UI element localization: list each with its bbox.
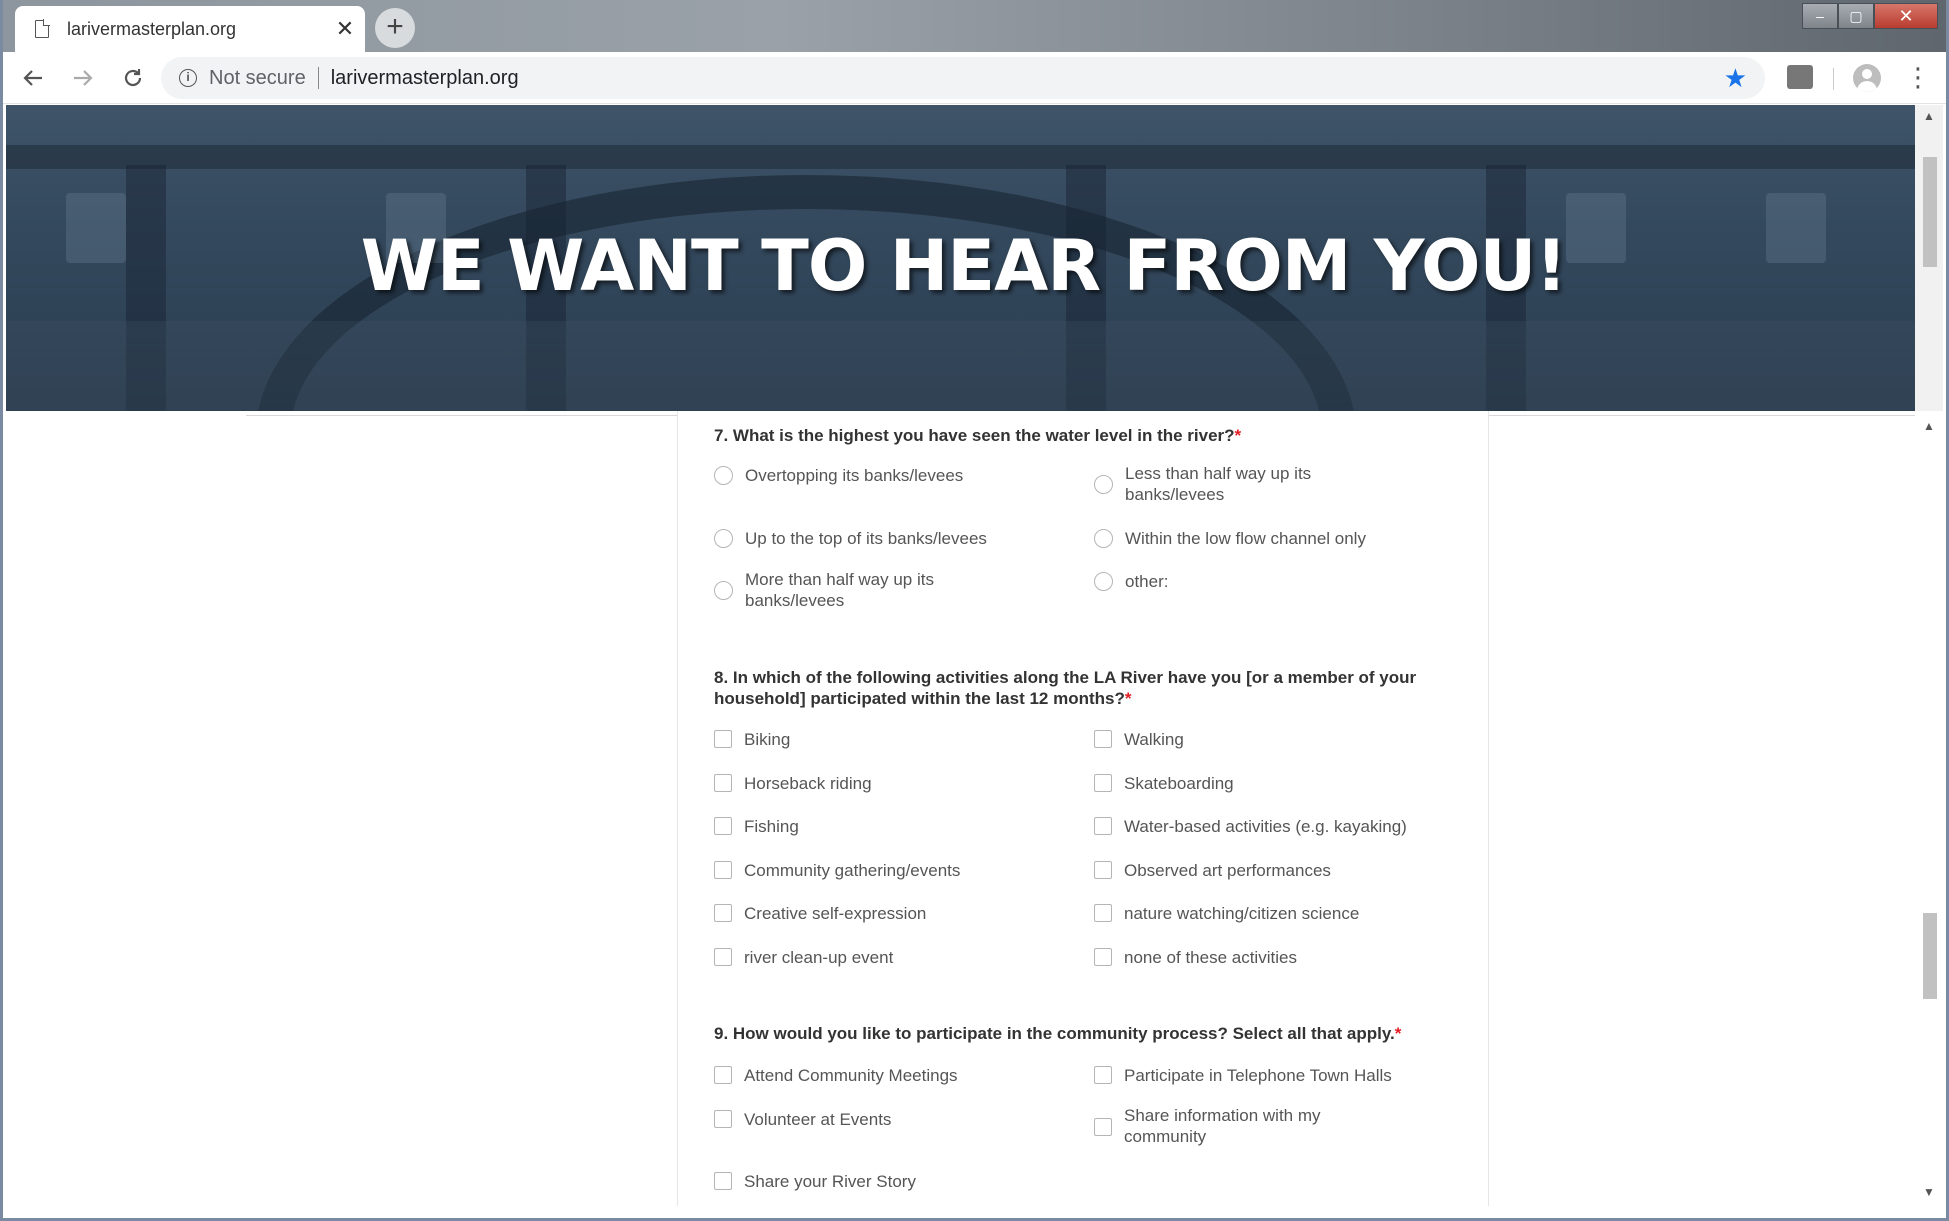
checkbox[interactable] [1094, 904, 1112, 922]
radio-button[interactable] [1094, 529, 1113, 548]
scroll-up-icon[interactable]: ▲ [1915, 109, 1943, 123]
q8-option-biking[interactable]: Biking [714, 729, 1014, 750]
q8-option-art-performances[interactable]: Observed art performances [1094, 860, 1484, 881]
checkbox[interactable] [1094, 948, 1112, 966]
q8-option-fishing[interactable]: Fishing [714, 816, 1014, 837]
tab-title: larivermasterplan.org [67, 18, 237, 39]
radio-button[interactable] [714, 466, 733, 485]
checkbox[interactable] [1094, 730, 1112, 748]
survey-form: 7. What is the highest you have seen the… [677, 411, 1489, 1206]
scroll-up-icon[interactable]: ▲ [1915, 419, 1943, 433]
browser-window: larivermasterplan.org ✕ + – ▢ ✕ i Not se… [0, 0, 1949, 1221]
address-bar[interactable]: i Not secure larivermasterplan.org ★ [161, 57, 1765, 99]
checkbox[interactable] [714, 774, 732, 792]
scrollbar-thumb[interactable] [1923, 157, 1937, 267]
q8-option-water-based[interactable]: Water-based activities (e.g. kayaking) [1094, 816, 1484, 837]
question-9-title: 9. How would you like to participate in … [714, 1024, 1402, 1043]
hero-banner: WE WANT TO HEAR FROM YOU! [6, 105, 1921, 411]
question-7-title: 7. What is the highest you have seen the… [714, 426, 1242, 445]
window-close-button[interactable]: ✕ [1874, 3, 1938, 29]
checkbox[interactable] [714, 1066, 732, 1084]
q7-option-more-than-half[interactable]: More than half way up its banks/levees [714, 569, 975, 611]
checkbox[interactable] [1094, 1117, 1112, 1136]
q9-option-share-info[interactable]: Share information with my community [1094, 1105, 1364, 1147]
checkbox[interactable] [1094, 1066, 1112, 1084]
browser-tab[interactable]: larivermasterplan.org ✕ [15, 6, 365, 52]
q8-option-none[interactable]: none of these activities [1094, 947, 1484, 968]
url-text[interactable]: larivermasterplan.org [331, 67, 519, 90]
radio-button[interactable] [714, 581, 733, 600]
checkbox[interactable] [714, 861, 732, 879]
q9-option-meetings[interactable]: Attend Community Meetings [714, 1065, 1014, 1086]
page-scrollbar[interactable]: ▲ [1915, 105, 1943, 411]
forward-icon[interactable] [63, 58, 103, 98]
info-icon[interactable]: i [179, 69, 197, 87]
checkbox[interactable] [714, 730, 732, 748]
q8-option-self-expression[interactable]: Creative self-expression [714, 903, 1014, 924]
q9-option-river-story[interactable]: Share your River Story [714, 1171, 1014, 1192]
checkbox[interactable] [714, 1110, 732, 1128]
page-icon [35, 19, 50, 38]
more-icon[interactable]: ⋮ [1905, 62, 1931, 92]
q8-option-community-gathering[interactable]: Community gathering/events [714, 860, 1014, 881]
radio-button[interactable] [1094, 475, 1113, 494]
plus-icon[interactable]: + [375, 8, 415, 48]
q8-option-clean-up[interactable]: river clean-up event [714, 947, 1014, 968]
checkbox[interactable] [714, 817, 732, 835]
security-label: Not secure [209, 66, 306, 89]
q7-option-top-of-banks[interactable]: Up to the top of its banks/levees [714, 528, 1015, 549]
q8-option-walking[interactable]: Walking [1094, 729, 1484, 750]
profile-icon[interactable] [1853, 64, 1881, 92]
radio-button[interactable] [1094, 572, 1113, 591]
window-controls: – ▢ ✕ [1802, 3, 1938, 29]
scroll-down-icon[interactable]: ▼ [1915, 1185, 1943, 1199]
maximize-button[interactable]: ▢ [1838, 3, 1874, 29]
q8-option-nature-watching[interactable]: nature watching/citizen science [1094, 903, 1484, 924]
back-icon[interactable] [13, 58, 53, 98]
star-icon[interactable]: ★ [1724, 63, 1747, 94]
form-scrollbar[interactable]: ▲ ▼ [1915, 411, 1943, 1206]
q7-option-low-flow[interactable]: Within the low flow channel only [1094, 528, 1395, 549]
q9-option-volunteer[interactable]: Volunteer at Events [714, 1109, 1014, 1130]
question-8-title: 8. In which of the following activities … [714, 668, 1417, 708]
q7-option-overtopping[interactable]: Overtopping its banks/levees [714, 465, 1015, 486]
radio-button[interactable] [714, 529, 733, 548]
divider [317, 67, 319, 89]
reload-icon[interactable] [113, 58, 153, 98]
minimize-button[interactable]: – [1802, 3, 1838, 29]
checkbox[interactable] [1094, 817, 1112, 835]
checkbox[interactable] [1094, 774, 1112, 792]
q9-option-town-halls[interactable]: Participate in Telephone Town Halls [1094, 1065, 1484, 1086]
q8-option-horseback[interactable]: Horseback riding [714, 773, 1014, 794]
checkbox[interactable] [714, 948, 732, 966]
q7-option-less-than-half[interactable]: Less than half way up its banks/levees [1094, 463, 1355, 505]
extension-icon[interactable] [1787, 65, 1813, 89]
divider [1833, 68, 1834, 90]
hero-heading: WE WANT TO HEAR FROM YOU! [360, 225, 1568, 307]
checkbox[interactable] [1094, 861, 1112, 879]
q8-option-skateboarding[interactable]: Skateboarding [1094, 773, 1484, 794]
q7-option-other[interactable]: other: [1094, 571, 1395, 592]
checkbox[interactable] [714, 904, 732, 922]
tab-strip: larivermasterplan.org ✕ + – ▢ ✕ [3, 0, 1946, 52]
scrollbar-thumb[interactable] [1923, 913, 1937, 999]
browser-toolbar: i Not secure larivermasterplan.org ★ ⋮ [3, 52, 1946, 104]
checkbox[interactable] [714, 1172, 732, 1190]
close-icon[interactable]: ✕ [325, 16, 365, 42]
